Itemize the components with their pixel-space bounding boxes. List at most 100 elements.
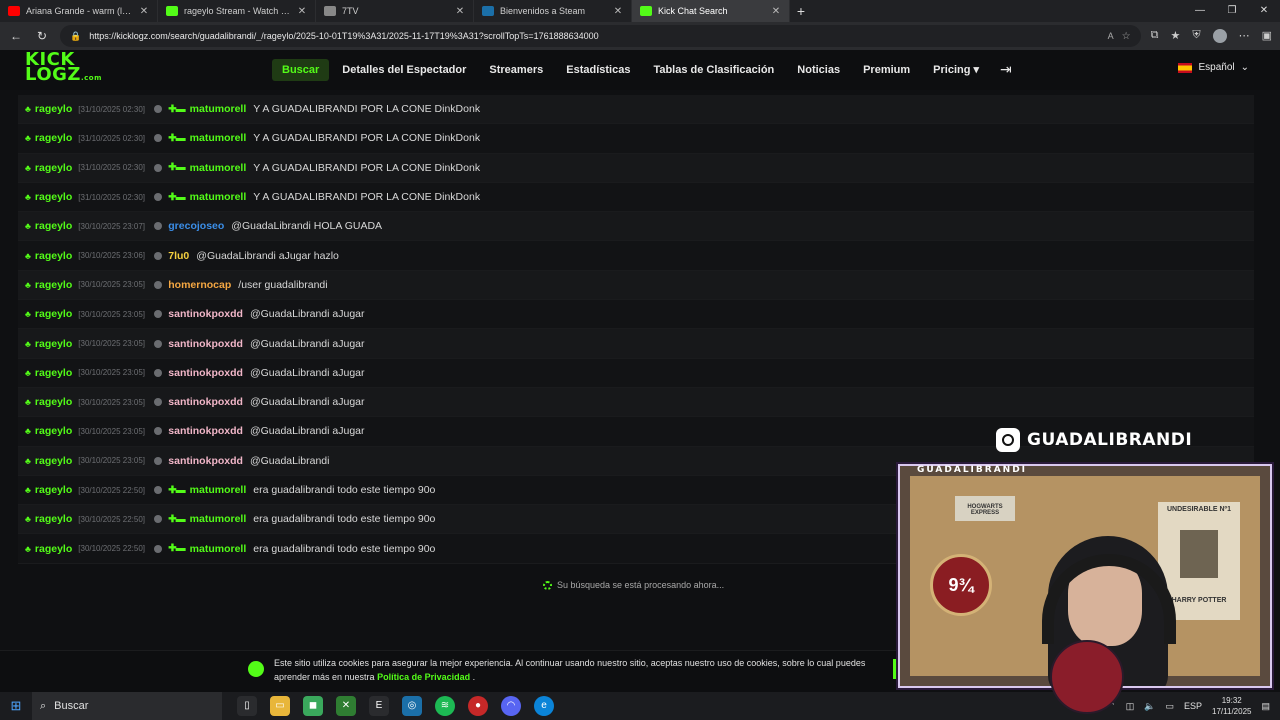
webcam-label: GUADALIBRANDI: [917, 465, 1028, 475]
close-window-icon[interactable]: ✕: [1248, 0, 1280, 22]
chat-username[interactable]: matumorell: [190, 513, 247, 525]
user-avatar-dot: [154, 398, 163, 407]
instagram-overlay: GUADALIBRANDI: [996, 428, 1192, 452]
app-icon[interactable]: ●: [468, 696, 488, 716]
login-icon[interactable]: ⇥: [992, 61, 1020, 78]
chat-username[interactable]: homernocap: [168, 279, 231, 291]
back-icon[interactable]: ←: [8, 29, 24, 43]
shield-icon[interactable]: ⛨: [1192, 29, 1200, 43]
chat-username[interactable]: matumorell: [190, 103, 247, 115]
nav-item[interactable]: Noticias: [787, 59, 850, 81]
chat-username[interactable]: santinokpoxdd: [168, 455, 243, 467]
channel-name[interactable]: rageylo: [35, 132, 72, 144]
steam-icon[interactable]: ◎: [402, 696, 422, 716]
chat-username[interactable]: santinokpoxdd: [168, 308, 243, 320]
channel-name[interactable]: rageylo: [35, 338, 72, 350]
kicklogz-logo[interactable]: KICK LOGZ.com: [25, 51, 101, 86]
battery-icon[interactable]: ▭: [1166, 701, 1175, 712]
favorite-star-icon[interactable]: ☆: [1122, 31, 1131, 42]
chat-username[interactable]: matumorell: [190, 191, 247, 203]
notification-icon[interactable]: ▤: [1261, 701, 1270, 712]
site-header: KICK LOGZ.com Buscar Detalles del Especta…: [0, 50, 1280, 90]
input-language[interactable]: ESP: [1184, 701, 1202, 711]
browser-tab[interactable]: rageylo Stream - Watch Live ✕: [158, 0, 316, 22]
channel-name[interactable]: rageylo: [35, 543, 72, 555]
tab-favicon: [8, 6, 20, 16]
volume-icon[interactable]: 🔈: [1144, 701, 1155, 712]
edge-icon[interactable]: e: [534, 696, 554, 716]
new-tab-button[interactable]: +: [790, 3, 812, 19]
spotify-icon[interactable]: ≋: [435, 696, 455, 716]
tab-close-icon[interactable]: ✕: [455, 6, 465, 17]
chat-username[interactable]: grecojoseo: [168, 220, 224, 232]
channel-name[interactable]: rageylo: [35, 220, 72, 232]
nav-item[interactable]: Detalles del Espectador: [332, 59, 476, 81]
file-explorer-icon[interactable]: ▭: [270, 696, 290, 716]
channel-name[interactable]: rageylo: [35, 396, 72, 408]
read-aloud-icon[interactable]: A: [1108, 31, 1114, 41]
minecraft-icon[interactable]: ◼: [303, 696, 323, 716]
nav-item[interactable]: Tablas de Clasificación: [643, 59, 784, 81]
chat-username[interactable]: 7lu0: [168, 250, 189, 262]
subscriber-badge-icon: ✚▬: [168, 484, 185, 496]
chat-username[interactable]: santinokpoxdd: [168, 367, 243, 379]
window-controls: — ❐ ✕: [1184, 0, 1280, 22]
browser-tab[interactable]: 7TV ✕: [316, 0, 474, 22]
nav-item[interactable]: Premium: [853, 59, 920, 81]
epic-games-icon[interactable]: E: [369, 696, 389, 716]
restore-icon[interactable]: ❐: [1216, 0, 1248, 22]
url-field[interactable]: 🔒 https://kicklogz.com/search/guadalibra…: [60, 25, 1141, 47]
channel-name[interactable]: rageylo: [35, 191, 72, 203]
channel-name[interactable]: rageylo: [35, 367, 72, 379]
profile-avatar[interactable]: [1212, 29, 1227, 43]
chat-username[interactable]: matumorell: [190, 132, 247, 144]
tab-close-icon[interactable]: ✕: [771, 6, 781, 17]
user-avatar-dot: [154, 427, 163, 436]
tab-close-icon[interactable]: ✕: [139, 6, 149, 17]
channel-name[interactable]: rageylo: [35, 455, 72, 467]
refresh-icon[interactable]: ↻: [34, 29, 50, 43]
language-selector[interactable]: Español ⌄: [1172, 60, 1255, 75]
xbox-icon[interactable]: ✕: [336, 696, 356, 716]
chat-username[interactable]: santinokpoxdd: [168, 425, 243, 437]
browser-tab[interactable]: Kick Chat Search ✕: [632, 0, 790, 22]
channel-name[interactable]: rageylo: [35, 250, 72, 262]
timestamp: [31/10/2025 02:30]: [78, 104, 145, 114]
channel-name[interactable]: rageylo: [35, 425, 72, 437]
address-bar: ← ↻ 🔒 https://kicklogz.com/search/guadal…: [0, 22, 1280, 50]
browser-tab[interactable]: Bienvenidos a Steam ✕: [474, 0, 632, 22]
minimize-icon[interactable]: —: [1184, 0, 1216, 22]
tab-close-icon[interactable]: ✕: [613, 6, 623, 17]
windows-start-icon[interactable]: ⊞: [0, 698, 32, 714]
chat-username[interactable]: matumorell: [190, 162, 247, 174]
discord-icon[interactable]: ◠: [501, 696, 521, 716]
nav-item[interactable]: Buscar: [272, 59, 330, 81]
taskbar-search[interactable]: ⌕ Buscar: [32, 692, 222, 720]
channel-name[interactable]: rageylo: [35, 513, 72, 525]
tab-close-icon[interactable]: ✕: [297, 6, 307, 17]
chat-username[interactable]: santinokpoxdd: [168, 396, 243, 408]
privacy-policy-link[interactable]: Política de Privacidad: [377, 672, 470, 682]
chat-username[interactable]: matumorell: [190, 543, 247, 555]
kick-channel-icon: ♣: [25, 192, 31, 203]
nav-item[interactable]: Streamers: [479, 59, 553, 81]
extensions-icon[interactable]: ⧉: [1151, 29, 1159, 43]
chat-username[interactable]: matumorell: [190, 484, 247, 496]
channel-name[interactable]: rageylo: [35, 308, 72, 320]
user-avatar-dot: [154, 280, 163, 289]
more-menu-icon[interactable]: ⋯: [1239, 29, 1250, 43]
clock[interactable]: 19:32 17/11/2025: [1212, 695, 1251, 717]
channel-name[interactable]: rageylo: [35, 103, 72, 115]
nav-item[interactable]: Estadísticas: [556, 59, 640, 81]
nav-item[interactable]: Pricing ▾: [923, 58, 989, 81]
chat-username[interactable]: santinokpoxdd: [168, 338, 243, 350]
channel-name[interactable]: rageylo: [35, 484, 72, 496]
task-view-icon[interactable]: ▯: [237, 696, 257, 716]
favorites-icon[interactable]: ★: [1170, 29, 1180, 43]
sidebar-toggle-icon[interactable]: ▣: [1262, 29, 1272, 43]
network-icon[interactable]: ◫: [1126, 701, 1135, 712]
channel-name[interactable]: rageylo: [35, 162, 72, 174]
browser-tab[interactable]: Ariana Grande - warm (lyric ✕: [0, 0, 158, 22]
tab-title: Ariana Grande - warm (lyric: [26, 6, 133, 16]
channel-name[interactable]: rageylo: [35, 279, 72, 291]
